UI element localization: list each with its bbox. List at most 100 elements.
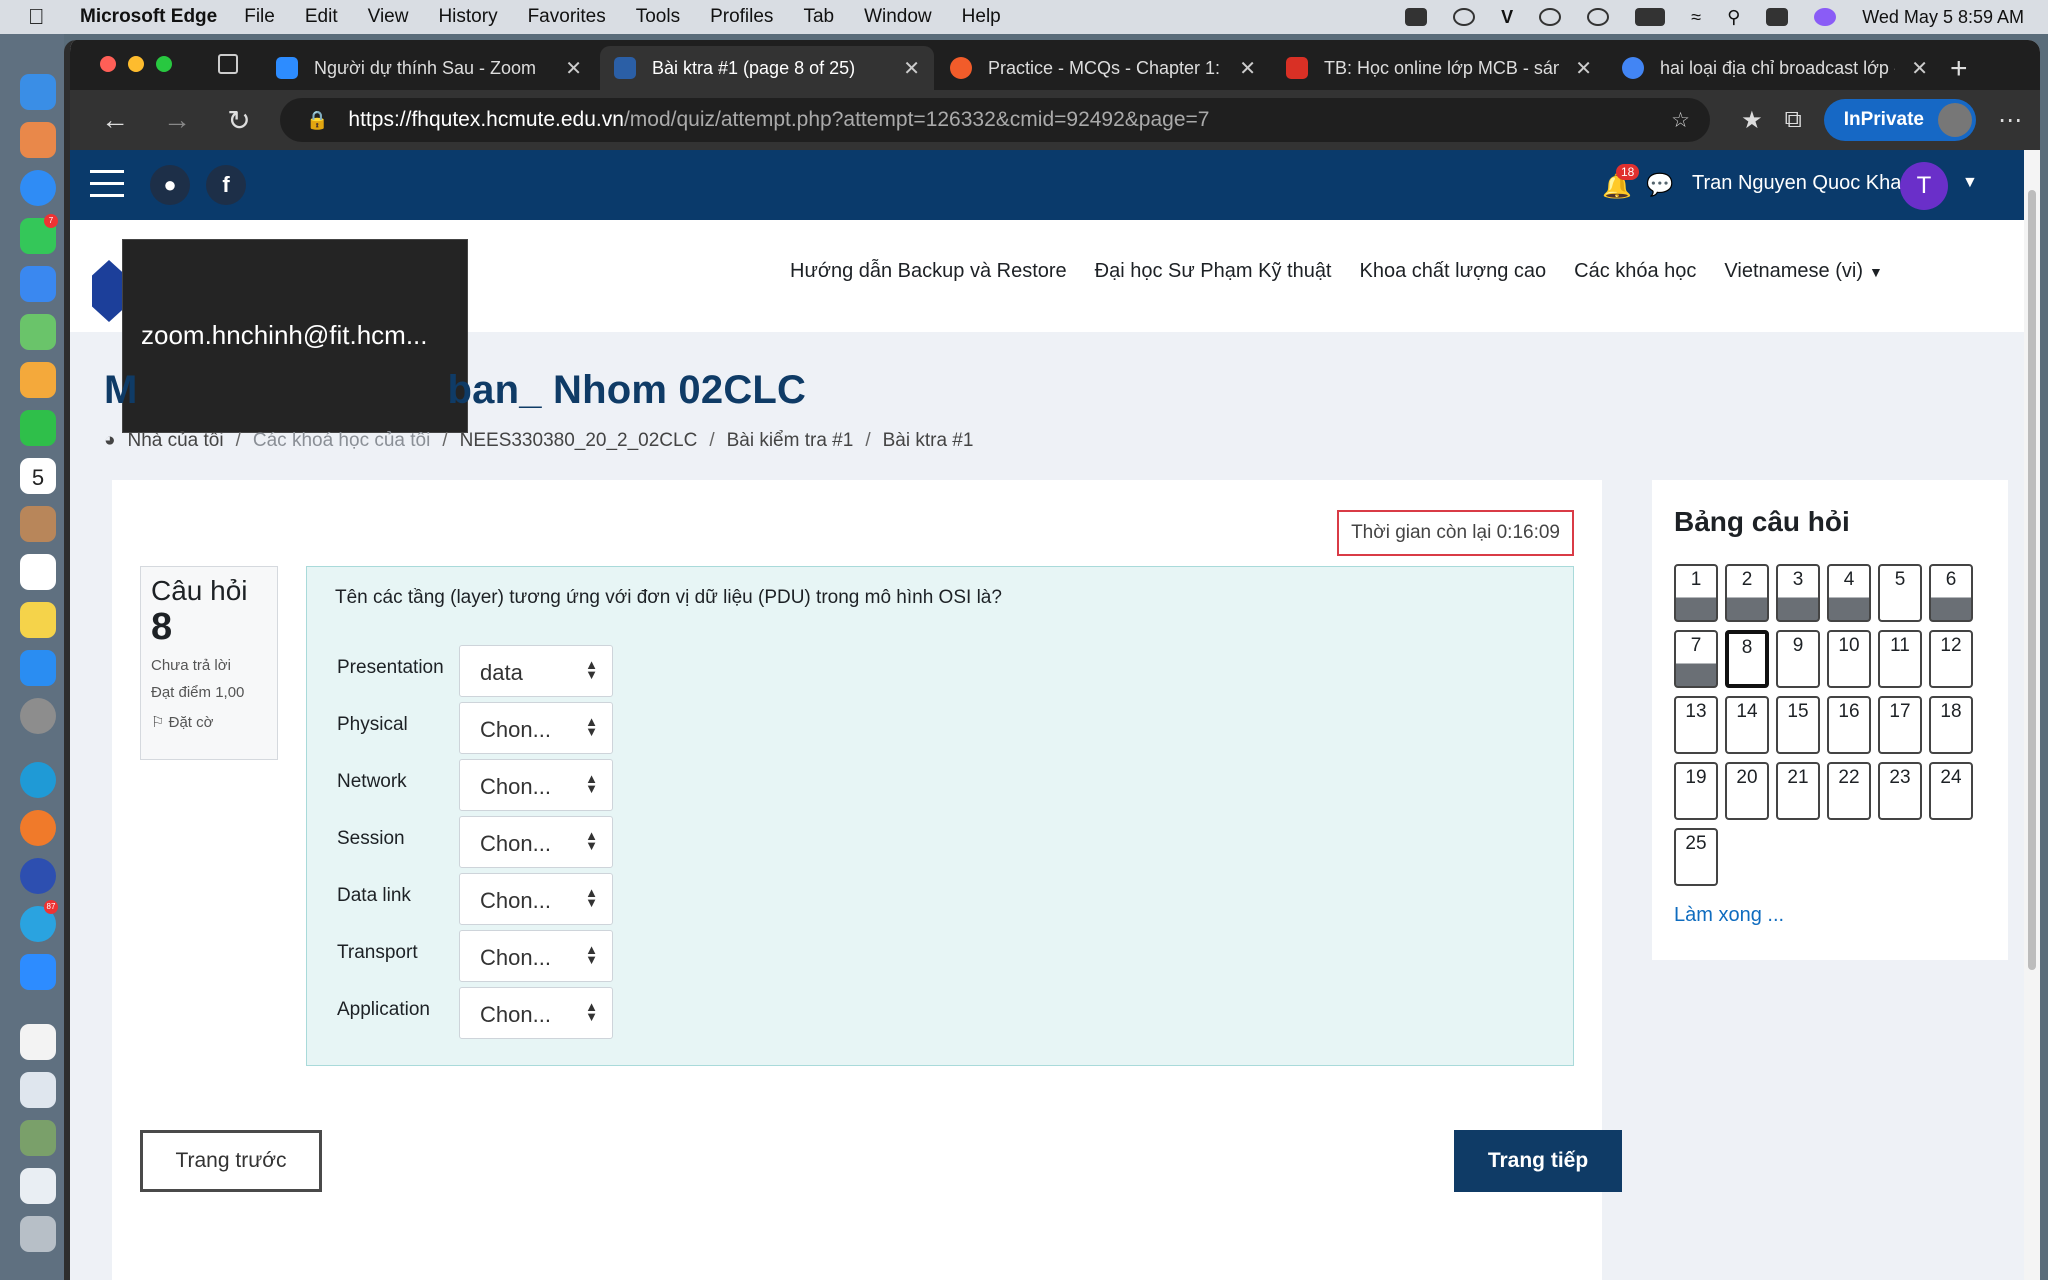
trash-icon[interactable] (20, 1216, 56, 1252)
question-nav-button[interactable]: 3 (1776, 564, 1820, 622)
match-select-network[interactable]: Chon... ▲ ▼ (459, 759, 613, 811)
facetime-icon[interactable] (20, 410, 56, 446)
question-nav-button[interactable]: 1 (1674, 564, 1718, 622)
page-scrollbar[interactable] (2024, 150, 2040, 1280)
close-tab-icon[interactable]: ✕ (1239, 56, 1256, 81)
finish-attempt-link[interactable]: Làm xong ... (1674, 904, 1784, 927)
istat-icon[interactable] (1453, 8, 1476, 26)
menu-edit[interactable]: Edit (305, 6, 338, 28)
address-bar[interactable]: 🔒 https://fhqutex.hcmute.edu.vn /mod/qui… (280, 98, 1710, 142)
lock-icon[interactable]: 🔒 (306, 110, 328, 131)
messages-chat-icon[interactable]: 💬 (1646, 172, 1673, 198)
pencil-app-icon[interactable] (20, 810, 56, 846)
user-menu-caret-icon[interactable]: ▼ (1962, 174, 1978, 192)
question-nav-button[interactable]: 6 (1929, 564, 1973, 622)
menu-profiles[interactable]: Profiles (710, 6, 773, 28)
match-select-presentation[interactable]: data ▲ ▼ (459, 645, 613, 697)
question-nav-button[interactable]: 16 (1827, 696, 1871, 754)
question-nav-button[interactable]: 24 (1929, 762, 1973, 820)
cloud-icon[interactable] (1539, 8, 1562, 26)
question-nav-button[interactable]: 19 (1674, 762, 1718, 820)
maximize-window-button[interactable] (156, 56, 172, 72)
clock[interactable]: Wed May 5 8:59 AM (1862, 7, 2024, 28)
vivaldi-v-icon[interactable]: V (1501, 7, 1513, 28)
control-center-icon[interactable] (1766, 8, 1789, 26)
play-icon[interactable] (1587, 8, 1610, 26)
favorites-icon[interactable]: ★ (1741, 106, 1763, 135)
minimize-window-button[interactable] (128, 56, 144, 72)
zoom-status-icon[interactable] (1405, 8, 1428, 26)
question-nav-button[interactable]: 2 (1725, 564, 1769, 622)
question-nav-button[interactable]: 13 (1674, 696, 1718, 754)
question-nav-button[interactable]: 7 (1674, 630, 1718, 688)
nav-link-backup[interactable]: Hướng dẫn Backup và Restore (790, 260, 1067, 283)
close-tab-icon[interactable]: ✕ (565, 56, 582, 81)
safari-icon[interactable] (20, 170, 56, 206)
zoom-icon[interactable] (20, 954, 56, 990)
breadcrumb-home[interactable]: Nhà của tôi (127, 430, 223, 452)
user-avatar[interactable]: T (1900, 162, 1948, 210)
question-nav-button[interactable]: 21 (1776, 762, 1820, 820)
scrollbar-thumb[interactable] (2028, 190, 2036, 970)
apple-menu-icon[interactable]:  (28, 4, 62, 30)
close-tab-icon[interactable]: ✕ (903, 56, 920, 81)
tab-quiz[interactable]: Bài ktra #1 (page 8 of 25) ✕ (600, 46, 934, 90)
match-select-physical[interactable]: Chon... ▲ ▼ (459, 702, 613, 754)
hamburger-menu-icon[interactable] (90, 170, 124, 198)
match-select-transport[interactable]: Chon... ▲ ▼ (459, 930, 613, 982)
menu-file[interactable]: File (244, 6, 275, 28)
language-selector[interactable]: Vietnamese (vi) ▼ (1724, 260, 1882, 283)
question-nav-button[interactable]: 17 (1878, 696, 1922, 754)
document-icon[interactable] (20, 1024, 56, 1060)
contacts-icon[interactable] (20, 506, 56, 542)
tab-actions-icon[interactable] (218, 54, 238, 74)
image-thumb-icon[interactable] (20, 1120, 56, 1156)
app-store-icon[interactable] (20, 650, 56, 686)
mail-icon[interactable] (20, 266, 56, 302)
system-preferences-icon[interactable] (20, 698, 56, 734)
more-menu-icon[interactable]: ⋯ (1998, 106, 2022, 135)
flag-question-button[interactable]: ⚐ Đặt cờ (151, 713, 267, 731)
tab-practice[interactable]: Practice - MCQs - Chapter 1: / ✕ (936, 46, 1270, 90)
question-nav-button[interactable]: 8 (1725, 630, 1769, 688)
vs-app-icon[interactable] (20, 858, 56, 894)
match-select-data-link[interactable]: Chon... ▲ ▼ (459, 873, 613, 925)
next-page-button[interactable]: Trang tiếp (1454, 1130, 1622, 1192)
breadcrumb-section[interactable]: Bài kiểm tra #1 (727, 430, 854, 452)
collections-icon[interactable]: ⧉ (1785, 106, 1802, 134)
menu-window[interactable]: Window (864, 6, 932, 28)
siri-icon[interactable] (1814, 8, 1837, 26)
globe-icon[interactable]: ● (150, 165, 190, 205)
question-nav-button[interactable]: 4 (1827, 564, 1871, 622)
inprivate-button[interactable]: InPrivate (1823, 99, 1976, 141)
menu-tab[interactable]: Tab (803, 6, 834, 28)
forward-button[interactable]: → (146, 104, 208, 136)
match-select-session[interactable]: Chon... ▲ ▼ (459, 816, 613, 868)
question-nav-button[interactable]: 25 (1674, 828, 1718, 886)
app-menu[interactable]: Microsoft Edge (80, 6, 217, 28)
facebook-icon[interactable]: f (206, 165, 246, 205)
menu-view[interactable]: View (368, 6, 409, 28)
breadcrumb-quiz[interactable]: Bài ktra #1 (883, 430, 974, 452)
menu-history[interactable]: History (438, 6, 497, 28)
tab-gmail[interactable]: TB: Học online lớp MCB - sáng ✕ (1272, 46, 1606, 90)
maps-icon[interactable] (20, 314, 56, 350)
tab-zoom[interactable]: Người dự thính Sau - Zoom ✕ (262, 46, 596, 90)
question-nav-button[interactable]: 23 (1878, 762, 1922, 820)
reminders-icon[interactable] (20, 554, 56, 590)
notes-icon[interactable] (20, 602, 56, 638)
menu-tools[interactable]: Tools (636, 6, 680, 28)
question-nav-button[interactable]: 18 (1929, 696, 1973, 754)
breadcrumb-course[interactable]: NEES330380_20_2_02CLC (460, 430, 698, 452)
question-nav-button[interactable]: 15 (1776, 696, 1820, 754)
question-nav-button[interactable]: 9 (1776, 630, 1820, 688)
tab-google[interactable]: hai loại địa chỉ broadcast lớp - ✕ (1608, 46, 1942, 90)
menu-help[interactable]: Help (962, 6, 1001, 28)
question-nav-button[interactable]: 22 (1827, 762, 1871, 820)
calendar-icon[interactable]: 5 (20, 458, 56, 494)
file-thumb-icon[interactable] (20, 1168, 56, 1204)
previous-page-button[interactable]: Trang trước (140, 1130, 322, 1192)
site-logo[interactable] (92, 260, 126, 322)
close-window-button[interactable] (100, 56, 116, 72)
match-select-application[interactable]: Chon... ▲ ▼ (459, 987, 613, 1039)
